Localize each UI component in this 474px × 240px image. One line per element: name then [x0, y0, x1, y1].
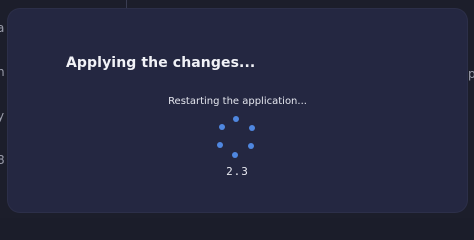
status-message: Restarting the application... — [168, 96, 307, 107]
background-glyph: n — [0, 65, 5, 79]
spinner-dot — [219, 124, 225, 130]
background-glyph: y — [0, 109, 5, 123]
restart-dialog: Applying the changes... Restarting the a… — [8, 9, 467, 212]
dialog-title: Applying the changes... — [66, 55, 256, 71]
spinner-dot — [249, 125, 255, 131]
background-glyph: a — [0, 21, 5, 35]
background-glyph: p — [468, 67, 474, 81]
loading-spinner-icon — [217, 116, 255, 158]
spinner-dot — [217, 142, 223, 148]
version-label: 2.3 — [226, 165, 249, 178]
background-glyph: 8 — [0, 153, 5, 167]
spinner-dot — [248, 143, 254, 149]
spinner-dot — [233, 116, 239, 122]
spinner-dot — [232, 152, 238, 158]
